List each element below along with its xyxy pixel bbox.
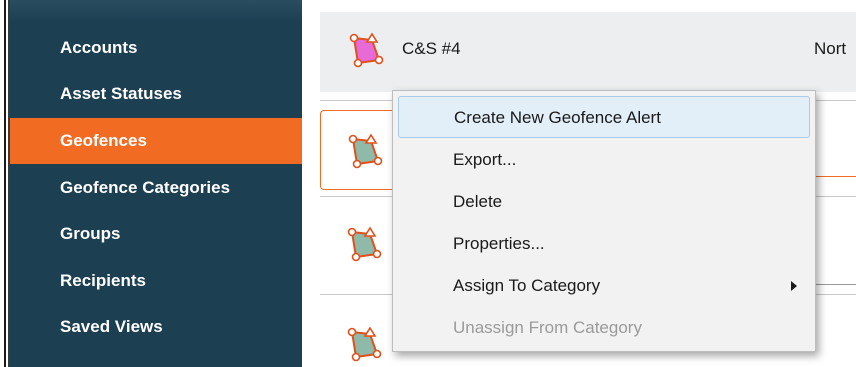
- geofence-polygon-green-icon: [347, 326, 382, 362]
- geofence-name: C&S #4: [402, 39, 461, 58]
- menu-item-delete[interactable]: Delete: [393, 181, 815, 223]
- menu-item-export[interactable]: Export...: [393, 139, 815, 181]
- sidebar-item-saved-views[interactable]: Saved Views: [10, 304, 302, 350]
- menu-item-properties[interactable]: Properties...: [393, 223, 815, 265]
- geofence-polygon-green-icon: [347, 226, 382, 262]
- menu-item-create-geofence-alert[interactable]: Create New Geofence Alert: [398, 96, 810, 138]
- context-menu: Create New Geofence Alert Export... Dele…: [392, 90, 816, 352]
- row-divider: [816, 284, 856, 285]
- sidebar-item-groups[interactable]: Groups: [10, 211, 302, 257]
- sidebar: Accounts Asset Statuses Geofences Geofen…: [10, 0, 302, 367]
- sidebar-item-geofence-categories[interactable]: Geofence Categories: [10, 165, 302, 211]
- menu-item-label: Assign To Category: [453, 276, 601, 295]
- sidebar-item-accounts[interactable]: Accounts: [10, 25, 302, 71]
- menu-item-unassign-from-category: Unassign From Category: [453, 318, 642, 337]
- app-window: Accounts Asset Statuses Geofences Geofen…: [0, 0, 856, 367]
- sidebar-item-geofences[interactable]: Geofences: [10, 118, 302, 164]
- window-edge: [0, 0, 10, 367]
- menu-item-assign-to-category[interactable]: Assign To Category: [393, 265, 815, 307]
- sidebar-item-asset-statuses[interactable]: Asset Statuses: [10, 71, 302, 117]
- geofence-polygon-green-icon: [348, 133, 383, 169]
- geofence-region: Nort: [814, 39, 847, 58]
- list-item[interactable]: C&S #4 Nort: [320, 12, 856, 92]
- panel-divider: [302, 0, 320, 367]
- geofence-polygon-pink-icon: [349, 32, 384, 68]
- submenu-arrow-icon: [791, 281, 797, 291]
- sidebar-item-recipients[interactable]: Recipients: [10, 258, 302, 304]
